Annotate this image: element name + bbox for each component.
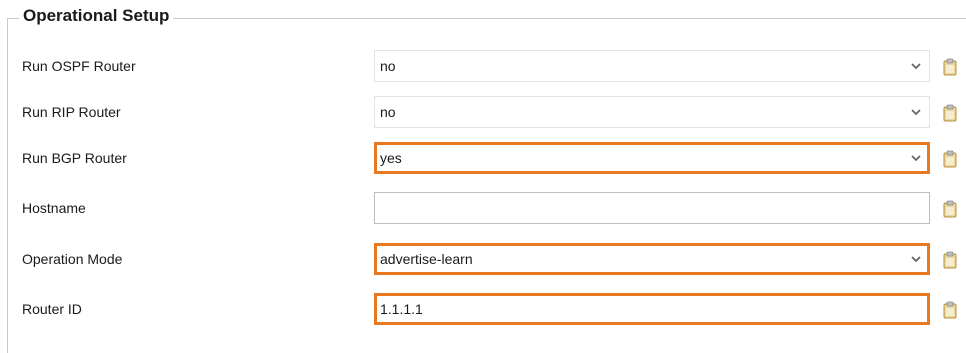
- run-rip-router-select[interactable]: no: [374, 96, 930, 128]
- run-rip-router-value: no: [380, 104, 396, 120]
- router-id-label: Router ID: [22, 301, 82, 317]
- form-row-operation-mode: Operation Mode advertise-learn: [0, 237, 966, 281]
- operation-mode-value: advertise-learn: [380, 251, 473, 267]
- clipboard-icon[interactable]: [943, 58, 957, 76]
- router-id-input[interactable]: 1.1.1.1: [374, 293, 930, 325]
- form-row-run-rip-router: Run RIP Router no: [0, 90, 966, 134]
- form-row-hostname: Hostname: [0, 186, 966, 230]
- section-title: Operational Setup: [19, 5, 174, 27]
- router-id-value: 1.1.1.1: [380, 301, 423, 317]
- operation-mode-select[interactable]: advertise-learn: [374, 243, 930, 275]
- clipboard-icon[interactable]: [943, 301, 957, 319]
- clipboard-icon[interactable]: [943, 251, 957, 269]
- form-row-router-id: Router ID 1.1.1.1: [0, 287, 966, 331]
- run-ospf-router-select[interactable]: no: [374, 50, 930, 82]
- hostname-input[interactable]: [374, 192, 930, 224]
- clipboard-icon[interactable]: [943, 150, 957, 168]
- hostname-label: Hostname: [22, 200, 86, 216]
- operation-mode-label: Operation Mode: [22, 251, 123, 267]
- run-ospf-router-value: no: [380, 58, 396, 74]
- form-row-run-bgp-router: Run BGP Router yes: [0, 136, 966, 180]
- run-rip-router-label: Run RIP Router: [22, 104, 121, 120]
- clipboard-icon[interactable]: [943, 104, 957, 122]
- chevron-down-icon: [911, 155, 921, 162]
- run-bgp-router-label: Run BGP Router: [22, 150, 127, 166]
- clipboard-icon[interactable]: [943, 200, 957, 218]
- chevron-down-icon: [911, 109, 921, 116]
- chevron-down-icon: [911, 63, 921, 70]
- form-row-run-ospf-router: Run OSPF Router no: [0, 44, 966, 88]
- run-bgp-router-value: yes: [380, 150, 402, 166]
- run-ospf-router-label: Run OSPF Router: [22, 58, 136, 74]
- run-bgp-router-select[interactable]: yes: [374, 142, 930, 174]
- chevron-down-icon: [911, 256, 921, 263]
